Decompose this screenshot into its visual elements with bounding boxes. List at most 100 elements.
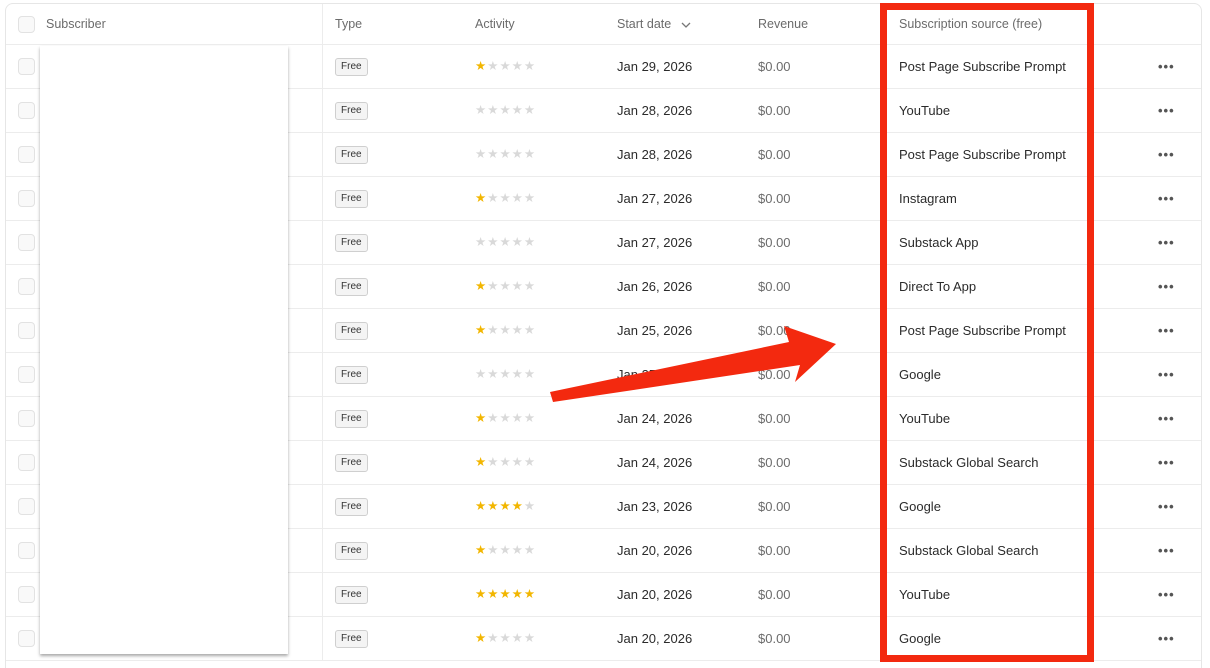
activity-cell: ★ ★ ★ ★ ★ — [475, 617, 535, 660]
row-checkbox[interactable] — [18, 58, 35, 75]
revenue-cell: $0.00 — [758, 411, 791, 426]
star-icon: ★ — [475, 234, 487, 250]
row-checkbox[interactable] — [18, 146, 35, 163]
row-checkbox[interactable] — [18, 322, 35, 339]
more-horizontal-icon[interactable]: ••• — [1158, 587, 1175, 602]
star-icon: ★ — [523, 278, 536, 294]
chevron-down-icon[interactable] — [681, 17, 691, 31]
star-icon: ★ — [487, 586, 499, 602]
row-actions[interactable]: ••• — [1158, 265, 1175, 308]
star-icon: ★ — [511, 366, 523, 382]
more-horizontal-icon[interactable]: ••• — [1158, 631, 1175, 646]
row-actions[interactable]: ••• — [1158, 573, 1175, 616]
more-horizontal-icon[interactable]: ••• — [1158, 59, 1175, 74]
source-cell: YouTube — [899, 103, 951, 118]
row-actions[interactable]: ••• — [1158, 89, 1175, 132]
row-actions[interactable]: ••• — [1158, 177, 1175, 220]
more-horizontal-icon[interactable]: ••• — [1158, 499, 1175, 514]
type-badge: Free — [335, 57, 368, 76]
more-horizontal-icon[interactable]: ••• — [1158, 279, 1175, 294]
more-horizontal-icon[interactable]: ••• — [1158, 235, 1175, 250]
type-cell: Free — [335, 397, 368, 440]
row-actions[interactable]: ••• — [1158, 45, 1175, 88]
star-icon: ★ — [499, 278, 511, 294]
row-select-cell — [18, 177, 35, 220]
activity-cell: ★ ★ ★ ★ ★ — [475, 441, 535, 484]
row-checkbox[interactable] — [18, 586, 35, 603]
star-icon: ★ — [499, 322, 511, 338]
more-horizontal-icon[interactable]: ••• — [1158, 543, 1175, 558]
activity-cell: ★ ★ ★ ★ ★ — [475, 89, 535, 132]
star-icon: ★ — [523, 498, 536, 514]
more-horizontal-icon[interactable]: ••• — [1158, 411, 1175, 426]
star-icon: ★ — [511, 102, 523, 118]
row-checkbox[interactable] — [18, 190, 35, 207]
header-type[interactable]: Type — [335, 4, 362, 44]
star-icon: ★ — [499, 366, 511, 382]
row-checkbox[interactable] — [18, 366, 35, 383]
star-icon: ★ — [475, 454, 487, 470]
row-checkbox[interactable] — [18, 630, 35, 647]
row-actions[interactable]: ••• — [1158, 221, 1175, 264]
row-checkbox[interactable] — [18, 102, 35, 119]
more-horizontal-icon[interactable]: ••• — [1158, 191, 1175, 206]
row-select-cell — [18, 133, 35, 176]
header-start-date[interactable]: Start date — [617, 4, 691, 44]
row-checkbox[interactable] — [18, 542, 35, 559]
row-actions[interactable]: ••• — [1158, 397, 1175, 440]
row-select-cell — [18, 441, 35, 484]
star-icon: ★ — [511, 454, 523, 470]
row-checkbox[interactable] — [18, 454, 35, 471]
select-all-checkbox[interactable] — [18, 15, 35, 33]
more-horizontal-icon[interactable]: ••• — [1158, 323, 1175, 338]
star-icon: ★ — [523, 190, 536, 206]
header-revenue[interactable]: Revenue — [758, 4, 808, 44]
star-icon: ★ — [475, 102, 487, 118]
star-icon: ★ — [523, 322, 536, 338]
type-cell: Free — [335, 529, 368, 572]
row-actions[interactable]: ••• — [1158, 617, 1175, 660]
star-icon: ★ — [487, 146, 499, 162]
star-icon: ★ — [487, 58, 499, 74]
star-icon: ★ — [511, 542, 523, 558]
activity-rating: ★ ★ ★ ★ ★ — [475, 544, 535, 557]
row-actions[interactable]: ••• — [1158, 309, 1175, 352]
row-actions[interactable]: ••• — [1158, 133, 1175, 176]
more-horizontal-icon[interactable]: ••• — [1158, 147, 1175, 162]
star-icon: ★ — [523, 366, 536, 382]
row-actions[interactable]: ••• — [1158, 353, 1175, 396]
row-select-cell — [18, 617, 35, 660]
more-horizontal-icon[interactable]: ••• — [1158, 455, 1175, 470]
activity-cell: ★ ★ ★ ★ ★ — [475, 529, 535, 572]
row-checkbox[interactable] — [18, 278, 35, 295]
source-cell: Substack Global Search — [899, 455, 1039, 470]
revenue-cell: $0.00 — [758, 103, 791, 118]
star-icon: ★ — [475, 498, 487, 514]
header-activity[interactable]: Activity — [475, 4, 515, 44]
row-checkbox[interactable] — [18, 234, 35, 251]
star-icon: ★ — [511, 498, 523, 514]
revenue-cell: $0.00 — [758, 147, 791, 162]
header-subscriber[interactable]: Subscriber — [46, 4, 106, 44]
start-date-cell: Jan 29, 2026 — [617, 59, 693, 74]
row-actions[interactable]: ••• — [1158, 529, 1175, 572]
row-checkbox[interactable] — [18, 410, 35, 427]
header-source[interactable]: Subscription source (free) — [899, 4, 1042, 44]
star-icon: ★ — [499, 146, 511, 162]
activity-cell: ★ ★ ★ ★ ★ — [475, 221, 535, 264]
more-horizontal-icon[interactable]: ••• — [1158, 103, 1175, 118]
star-icon: ★ — [511, 630, 523, 646]
row-actions[interactable]: ••• — [1158, 441, 1175, 484]
start-date-cell: Jan 26, 2026 — [617, 279, 693, 294]
star-icon: ★ — [487, 542, 499, 558]
row-actions[interactable]: ••• — [1158, 485, 1175, 528]
star-icon: ★ — [487, 410, 499, 426]
activity-rating: ★ ★ ★ ★ ★ — [475, 456, 535, 469]
activity-rating: ★ ★ ★ ★ ★ — [475, 104, 535, 117]
star-icon: ★ — [487, 190, 499, 206]
more-horizontal-icon[interactable]: ••• — [1158, 367, 1175, 382]
star-icon: ★ — [523, 630, 536, 646]
start-date-cell: Jan 25, 2026 — [617, 367, 693, 382]
start-date-cell: Jan 24, 2026 — [617, 455, 693, 470]
row-checkbox[interactable] — [18, 498, 35, 515]
